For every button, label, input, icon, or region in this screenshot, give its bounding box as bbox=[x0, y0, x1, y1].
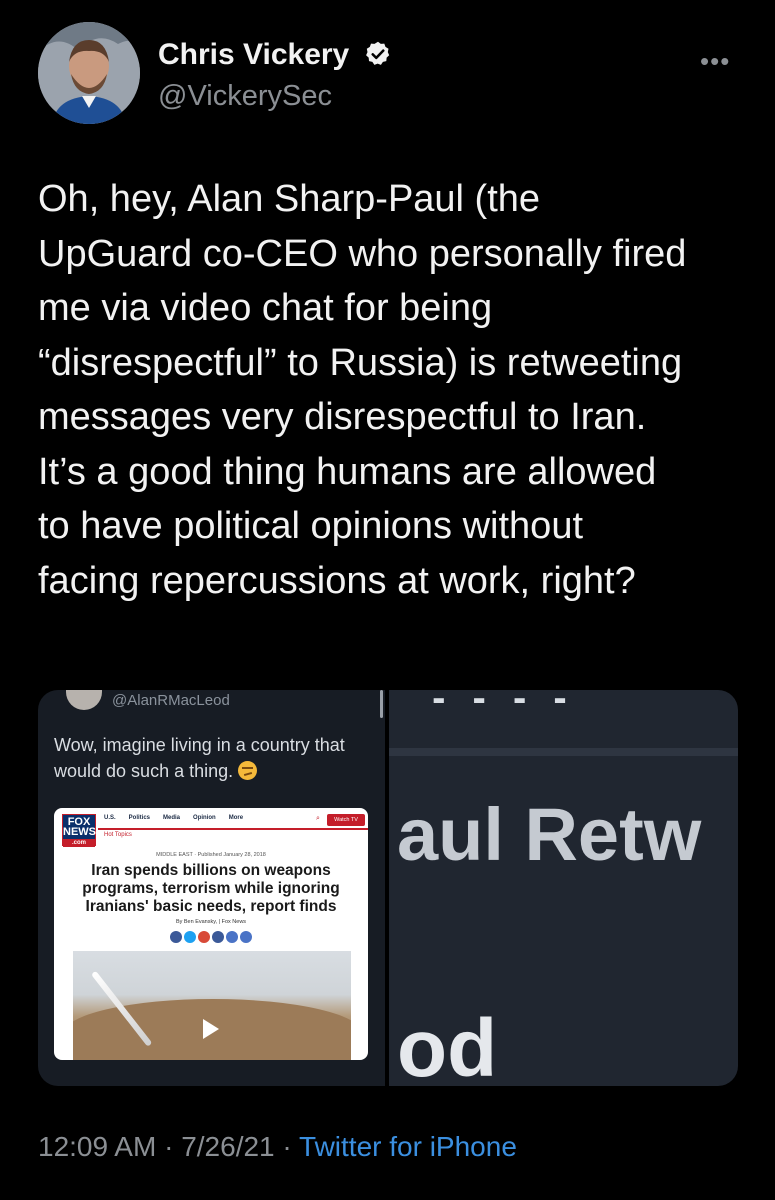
retweet-handle: @AlanRMacLeod bbox=[112, 692, 230, 709]
watch-tv-button: Watch TV bbox=[327, 814, 365, 826]
zoom-text-top: - - - - bbox=[397, 690, 575, 720]
retweet-avatar bbox=[66, 690, 102, 710]
separator: · bbox=[156, 1131, 182, 1162]
media-image-right[interactable]: - - - - aul Retw od bbox=[389, 690, 738, 1086]
tweet-metadata: 12:09 AM · 7/26/21 · Twitter for iPhone bbox=[38, 1131, 517, 1163]
tweet-time[interactable]: 12:09 AM bbox=[38, 1131, 156, 1162]
article-navbar: U.S. Politics Media Opinion More ⌕ Watch TV bbox=[98, 814, 368, 830]
news-article-card: FOX NEWS .com U.S. Politics Media Opinion Mo… bbox=[54, 808, 368, 1060]
author-handle[interactable]: @VickerySec bbox=[158, 80, 332, 113]
tweet-date[interactable]: 7/26/21 bbox=[181, 1131, 274, 1162]
author-name[interactable]: Chris Vickery bbox=[158, 38, 392, 72]
tweet-source-link[interactable]: Twitter for iPhone bbox=[299, 1131, 517, 1162]
tweet-text: Oh, hey, Alan Sharp-Paul (the UpGuard co… bbox=[38, 178, 687, 602]
avatar[interactable] bbox=[38, 22, 140, 124]
zoom-stripe bbox=[389, 748, 738, 756]
media-image-left[interactable]: @AlanRMacLeod Wow, imagine living in a c… bbox=[38, 690, 385, 1086]
retweet-text: Wow, imagine living in a country that wo… bbox=[54, 732, 374, 784]
verified-badge-icon bbox=[365, 41, 389, 65]
twitter-icon bbox=[184, 931, 196, 943]
article-nav-items: U.S. Politics Media Opinion More bbox=[104, 815, 244, 821]
flipboard-icon bbox=[198, 931, 210, 943]
zoom-text-middle: aul Retw bbox=[397, 793, 702, 876]
zoom-text-bottom: od bbox=[397, 1003, 498, 1086]
article-meta: MIDDLE EAST · Published January 28, 2018 bbox=[156, 852, 266, 858]
smirk-emoji-icon bbox=[238, 761, 258, 780]
share-icon bbox=[226, 931, 238, 943]
author-name-text[interactable]: Chris Vickery bbox=[158, 38, 349, 71]
article-photo bbox=[73, 951, 351, 1060]
separator: · bbox=[274, 1131, 300, 1162]
hot-topics: Hot Topics bbox=[104, 832, 132, 838]
retweet-text-body: Wow, imagine living in a country that wo… bbox=[54, 735, 345, 781]
facebook-icon bbox=[170, 931, 182, 943]
share-icon bbox=[240, 931, 252, 943]
search-icon: ⌕ bbox=[316, 815, 320, 822]
user-avatar bbox=[38, 22, 140, 124]
article-byline: By Ben Evansky, | Fox News bbox=[175, 919, 247, 925]
more-options-icon[interactable]: ••• bbox=[700, 46, 730, 77]
share-buttons bbox=[54, 930, 368, 948]
tweet-media[interactable]: @AlanRMacLeod Wow, imagine living in a c… bbox=[38, 690, 738, 1086]
share-icon bbox=[212, 931, 224, 943]
fox-news-logo: FOX NEWS .com bbox=[62, 814, 96, 847]
scrollbar bbox=[380, 690, 383, 718]
article-headline: Iran spends billions on weapons programs… bbox=[82, 862, 340, 915]
play-icon bbox=[203, 1019, 219, 1039]
